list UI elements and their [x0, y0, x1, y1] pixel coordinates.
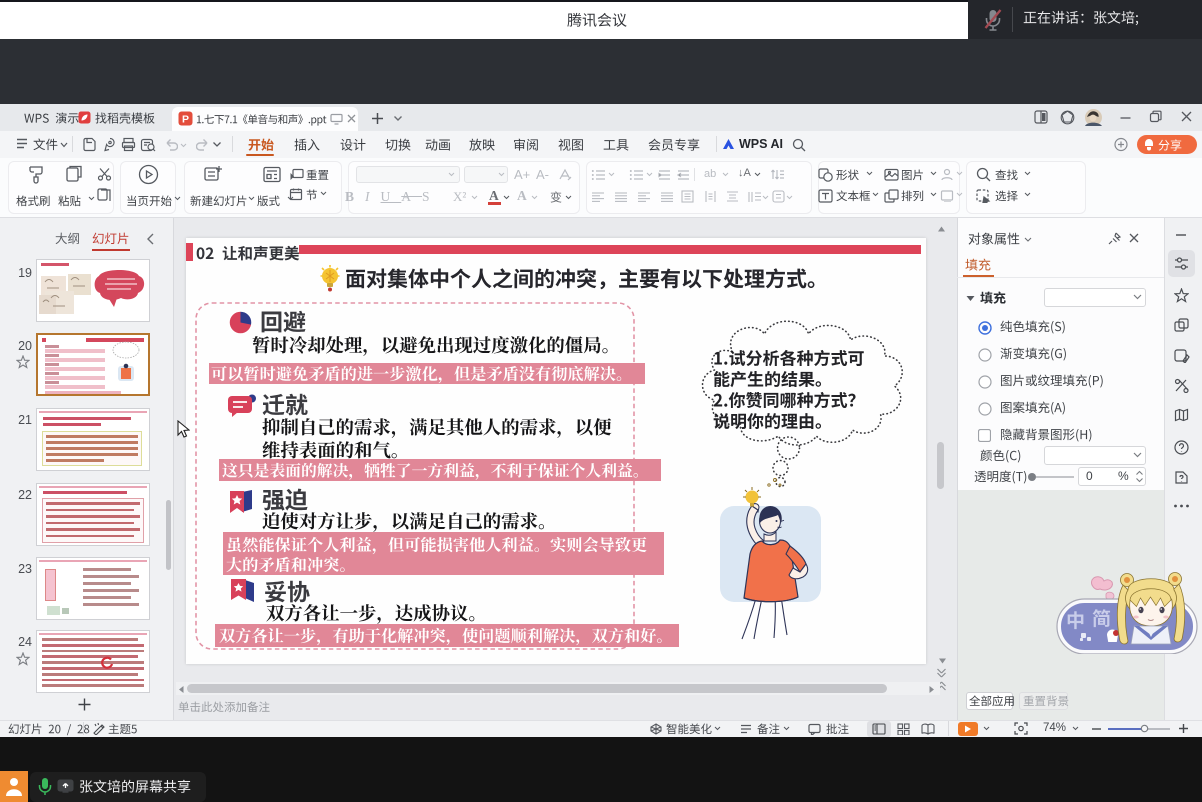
svg-text:P: P — [182, 114, 189, 126]
